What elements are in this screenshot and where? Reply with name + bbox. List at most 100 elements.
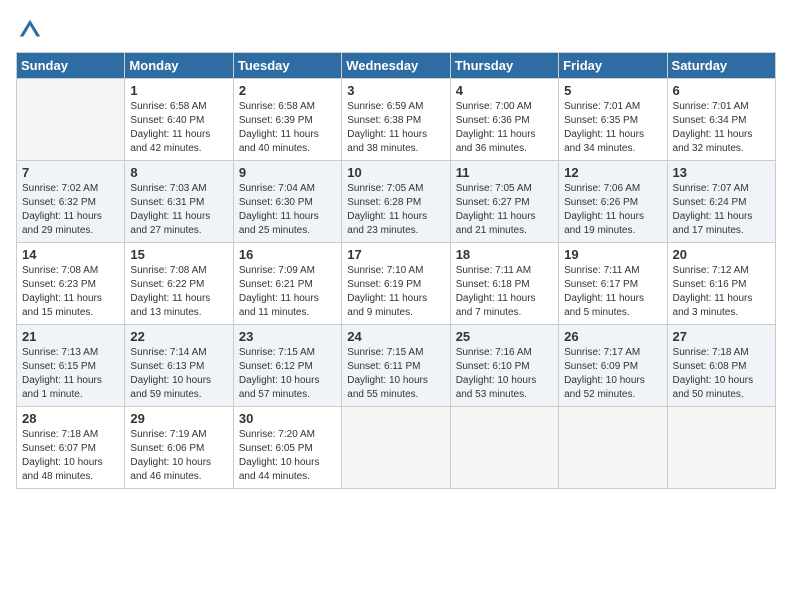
day-info: Sunrise: 7:19 AM Sunset: 6:06 PM Dayligh… bbox=[130, 428, 227, 484]
day-info: Sunrise: 7:09 AM Sunset: 6:21 PM Dayligh… bbox=[239, 264, 336, 320]
day-info: Sunrise: 7:15 AM Sunset: 6:12 PM Dayligh… bbox=[239, 346, 336, 402]
calendar-cell: 20Sunrise: 7:12 AM Sunset: 6:16 PM Dayli… bbox=[667, 243, 775, 325]
day-info: Sunrise: 7:00 AM Sunset: 6:36 PM Dayligh… bbox=[456, 100, 553, 156]
calendar-cell: 8 Sunrise: 7:03 AM Sunset: 6:31 PM Daylig… bbox=[125, 161, 233, 243]
calendar-cell bbox=[17, 79, 125, 161]
day-info: Sunrise: 6:59 AM Sunset: 6:38 PM Dayligh… bbox=[347, 100, 444, 156]
day-info: Sunrise: 7:20 AM Sunset: 6:05 PM Dayligh… bbox=[239, 428, 336, 484]
calendar-cell: 4 Sunrise: 7:00 AM Sunset: 6:36 PM Daylig… bbox=[450, 79, 558, 161]
day-number: 25 bbox=[456, 329, 553, 344]
calendar-cell: 27 Sunrise: 7:18 AM Sunset: 6:08 PM Dayli… bbox=[667, 325, 775, 407]
calendar-cell: 30 Sunrise: 7:20 AM Sunset: 6:05 PM Dayli… bbox=[233, 407, 341, 489]
weekday-header-wednesday: Wednesday bbox=[342, 53, 450, 79]
day-number: 24 bbox=[347, 329, 444, 344]
day-number: 4 bbox=[456, 83, 553, 98]
calendar-cell: 10 Sunrise: 7:05 AM Sunset: 6:28 PM Dayli… bbox=[342, 161, 450, 243]
day-info: Sunrise: 7:13 AM Sunset: 6:15 PM Dayligh… bbox=[22, 346, 119, 402]
calendar-cell bbox=[559, 407, 667, 489]
weekday-header-sunday: Sunday bbox=[17, 53, 125, 79]
calendar-cell: 28 Sunrise: 7:18 AM Sunset: 6:07 PM Dayli… bbox=[17, 407, 125, 489]
day-number: 2 bbox=[239, 83, 336, 98]
calendar-cell: 24 Sunrise: 7:15 AM Sunset: 6:11 PM Dayli… bbox=[342, 325, 450, 407]
day-info: Sunrise: 7:01 AM Sunset: 6:34 PM Dayligh… bbox=[673, 100, 770, 156]
calendar-cell: 1Sunrise: 6:58 AM Sunset: 6:40 PM Daylig… bbox=[125, 79, 233, 161]
page-header bbox=[16, 16, 776, 44]
calendar-cell: 29 Sunrise: 7:19 AM Sunset: 6:06 PM Dayli… bbox=[125, 407, 233, 489]
day-number: 8 bbox=[130, 165, 227, 180]
day-info: Sunrise: 7:14 AM Sunset: 6:13 PM Dayligh… bbox=[130, 346, 227, 402]
day-info: Sunrise: 7:08 AM Sunset: 6:23 PM Dayligh… bbox=[22, 264, 119, 320]
day-number: 26 bbox=[564, 329, 661, 344]
day-number: 12 bbox=[564, 165, 661, 180]
calendar-cell: 2 Sunrise: 6:58 AM Sunset: 6:39 PM Daylig… bbox=[233, 79, 341, 161]
day-info: Sunrise: 7:17 AM Sunset: 6:09 PM Dayligh… bbox=[564, 346, 661, 402]
weekday-header-monday: Monday bbox=[125, 53, 233, 79]
weekday-header-tuesday: Tuesday bbox=[233, 53, 341, 79]
day-number: 18 bbox=[456, 247, 553, 262]
calendar-cell: 23 Sunrise: 7:15 AM Sunset: 6:12 PM Dayli… bbox=[233, 325, 341, 407]
calendar-week-row: 21 Sunrise: 7:13 AM Sunset: 6:15 PM Dayli… bbox=[17, 325, 776, 407]
day-info: Sunrise: 7:05 AM Sunset: 6:28 PM Dayligh… bbox=[347, 182, 444, 238]
day-number: 3 bbox=[347, 83, 444, 98]
day-number: 23 bbox=[239, 329, 336, 344]
day-info: Sunrise: 7:04 AM Sunset: 6:30 PM Dayligh… bbox=[239, 182, 336, 238]
day-info: Sunrise: 7:12 AM Sunset: 6:16 PM Dayligh… bbox=[673, 264, 770, 320]
calendar-cell: 5Sunrise: 7:01 AM Sunset: 6:35 PM Daylig… bbox=[559, 79, 667, 161]
day-info: Sunrise: 7:15 AM Sunset: 6:11 PM Dayligh… bbox=[347, 346, 444, 402]
calendar-cell: 14 Sunrise: 7:08 AM Sunset: 6:23 PM Dayli… bbox=[17, 243, 125, 325]
calendar-cell bbox=[667, 407, 775, 489]
calendar-cell: 17 Sunrise: 7:10 AM Sunset: 6:19 PM Dayli… bbox=[342, 243, 450, 325]
day-number: 30 bbox=[239, 411, 336, 426]
day-number: 14 bbox=[22, 247, 119, 262]
calendar-cell: 18 Sunrise: 7:11 AM Sunset: 6:18 PM Dayli… bbox=[450, 243, 558, 325]
calendar-cell: 26 Sunrise: 7:17 AM Sunset: 6:09 PM Dayli… bbox=[559, 325, 667, 407]
day-info: Sunrise: 6:58 AM Sunset: 6:39 PM Dayligh… bbox=[239, 100, 336, 156]
calendar-week-row: 1Sunrise: 6:58 AM Sunset: 6:40 PM Daylig… bbox=[17, 79, 776, 161]
calendar-cell: 15 Sunrise: 7:08 AM Sunset: 6:22 PM Dayli… bbox=[125, 243, 233, 325]
day-number: 16 bbox=[239, 247, 336, 262]
calendar-cell: 9 Sunrise: 7:04 AM Sunset: 6:30 PM Daylig… bbox=[233, 161, 341, 243]
day-number: 7 bbox=[22, 165, 119, 180]
day-info: Sunrise: 7:08 AM Sunset: 6:22 PM Dayligh… bbox=[130, 264, 227, 320]
day-info: Sunrise: 7:01 AM Sunset: 6:35 PM Dayligh… bbox=[564, 100, 661, 156]
day-info: Sunrise: 6:58 AM Sunset: 6:40 PM Dayligh… bbox=[130, 100, 227, 156]
weekday-header-thursday: Thursday bbox=[450, 53, 558, 79]
calendar-cell: 22 Sunrise: 7:14 AM Sunset: 6:13 PM Dayli… bbox=[125, 325, 233, 407]
day-number: 9 bbox=[239, 165, 336, 180]
day-number: 28 bbox=[22, 411, 119, 426]
calendar-cell: 16 Sunrise: 7:09 AM Sunset: 6:21 PM Dayli… bbox=[233, 243, 341, 325]
weekday-header-row: SundayMondayTuesdayWednesdayThursdayFrid… bbox=[17, 53, 776, 79]
day-number: 6 bbox=[673, 83, 770, 98]
day-info: Sunrise: 7:11 AM Sunset: 6:18 PM Dayligh… bbox=[456, 264, 553, 320]
day-number: 15 bbox=[130, 247, 227, 262]
day-number: 27 bbox=[673, 329, 770, 344]
calendar-week-row: 14 Sunrise: 7:08 AM Sunset: 6:23 PM Dayli… bbox=[17, 243, 776, 325]
day-number: 17 bbox=[347, 247, 444, 262]
day-info: Sunrise: 7:18 AM Sunset: 6:08 PM Dayligh… bbox=[673, 346, 770, 402]
day-info: Sunrise: 7:18 AM Sunset: 6:07 PM Dayligh… bbox=[22, 428, 119, 484]
calendar-week-row: 28 Sunrise: 7:18 AM Sunset: 6:07 PM Dayli… bbox=[17, 407, 776, 489]
day-info: Sunrise: 7:02 AM Sunset: 6:32 PM Dayligh… bbox=[22, 182, 119, 238]
calendar-week-row: 7 Sunrise: 7:02 AM Sunset: 6:32 PM Daylig… bbox=[17, 161, 776, 243]
day-info: Sunrise: 7:07 AM Sunset: 6:24 PM Dayligh… bbox=[673, 182, 770, 238]
calendar-table: SundayMondayTuesdayWednesdayThursdayFrid… bbox=[16, 52, 776, 489]
day-number: 21 bbox=[22, 329, 119, 344]
day-info: Sunrise: 7:05 AM Sunset: 6:27 PM Dayligh… bbox=[456, 182, 553, 238]
logo bbox=[16, 16, 48, 44]
calendar-cell: 7 Sunrise: 7:02 AM Sunset: 6:32 PM Daylig… bbox=[17, 161, 125, 243]
calendar-cell: 21 Sunrise: 7:13 AM Sunset: 6:15 PM Dayli… bbox=[17, 325, 125, 407]
day-number: 29 bbox=[130, 411, 227, 426]
calendar-cell: 6 Sunrise: 7:01 AM Sunset: 6:34 PM Daylig… bbox=[667, 79, 775, 161]
day-info: Sunrise: 7:03 AM Sunset: 6:31 PM Dayligh… bbox=[130, 182, 227, 238]
calendar-cell bbox=[450, 407, 558, 489]
calendar-cell: 13Sunrise: 7:07 AM Sunset: 6:24 PM Dayli… bbox=[667, 161, 775, 243]
day-number: 22 bbox=[130, 329, 227, 344]
day-number: 11 bbox=[456, 165, 553, 180]
calendar-cell: 11 Sunrise: 7:05 AM Sunset: 6:27 PM Dayli… bbox=[450, 161, 558, 243]
day-number: 10 bbox=[347, 165, 444, 180]
day-info: Sunrise: 7:10 AM Sunset: 6:19 PM Dayligh… bbox=[347, 264, 444, 320]
day-info: Sunrise: 7:11 AM Sunset: 6:17 PM Dayligh… bbox=[564, 264, 661, 320]
calendar-cell: 12Sunrise: 7:06 AM Sunset: 6:26 PM Dayli… bbox=[559, 161, 667, 243]
calendar-cell bbox=[342, 407, 450, 489]
weekday-header-saturday: Saturday bbox=[667, 53, 775, 79]
